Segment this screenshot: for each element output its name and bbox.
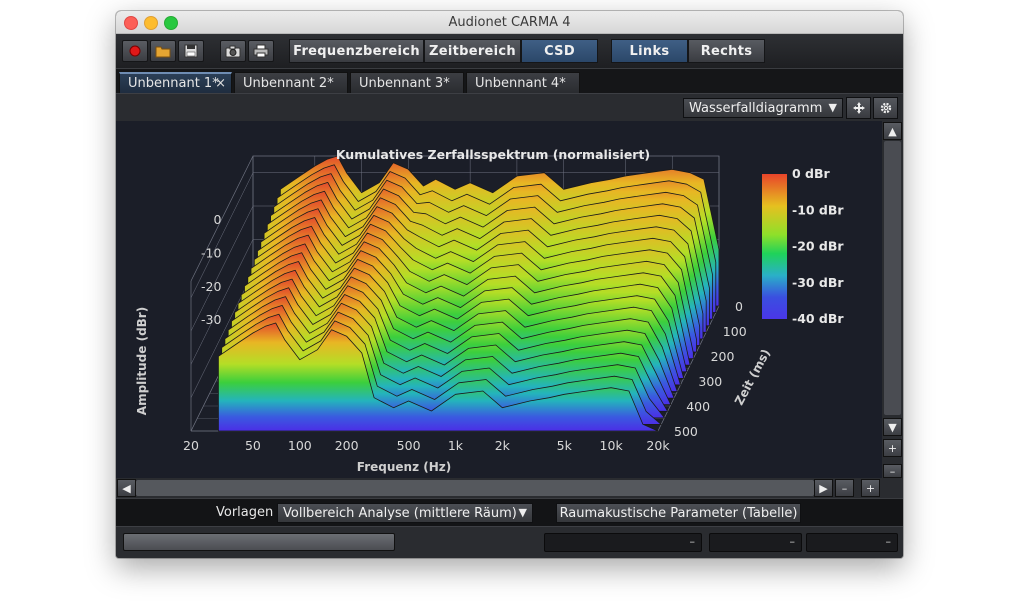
horizontal-scrollbar[interactable]: ◀ ▶ – + bbox=[116, 478, 903, 498]
scroll-up-button[interactable]: ▲ bbox=[883, 122, 902, 140]
z-tick-label: 0 bbox=[735, 299, 743, 314]
view-tab-csd[interactable]: CSD bbox=[521, 39, 598, 63]
colorbar-labels: 0 dBr -10 dBr -20 dBr -30 dBr -40 dBr bbox=[792, 166, 844, 326]
tab-label: Unbennant 2* bbox=[243, 75, 334, 91]
tab-unbennant-4[interactable]: Unbennant 4* bbox=[466, 72, 580, 93]
y-tick-label: -30 bbox=[201, 312, 221, 327]
tab-unbennant-2[interactable]: Unbennant 2* bbox=[234, 72, 348, 93]
move-icon bbox=[852, 102, 865, 114]
x-tick-label: 50 bbox=[245, 438, 261, 453]
zoom-out-y-button[interactable]: – bbox=[883, 464, 902, 478]
colorbar-label: -30 dBr bbox=[792, 275, 844, 290]
progress-bar bbox=[123, 533, 395, 551]
x-tick-label: 100 bbox=[288, 438, 312, 453]
y-tick-label: -10 bbox=[201, 246, 221, 261]
screenshot-button[interactable] bbox=[220, 40, 246, 62]
channel-rechts-button[interactable]: Rechts bbox=[688, 39, 765, 63]
colorbar-label: 0 dBr bbox=[792, 166, 831, 181]
open-folder-icon bbox=[155, 46, 171, 58]
record-button[interactable] bbox=[122, 40, 148, 62]
status-field-2: – bbox=[709, 533, 802, 552]
print-icon bbox=[253, 44, 269, 58]
app-window: Audionet CARMA 4 Frequenzbereich Zeitber… bbox=[116, 11, 903, 558]
zoom-out-x-button[interactable]: – bbox=[835, 479, 854, 497]
tab-unbennant-3[interactable]: Unbennant 3* bbox=[350, 72, 464, 93]
zoom-in-x-button[interactable]: + bbox=[861, 479, 880, 497]
vertical-scroll-track[interactable] bbox=[884, 141, 901, 415]
save-icon bbox=[184, 44, 198, 58]
record-icon bbox=[129, 45, 141, 57]
scroll-left-button[interactable]: ◀ bbox=[117, 479, 136, 497]
colorbar-label: -20 dBr bbox=[792, 239, 844, 254]
y-tick-label: -20 bbox=[201, 279, 221, 294]
camera-icon bbox=[225, 45, 241, 58]
x-tick-label: 10k bbox=[600, 438, 624, 453]
zoom-in-y-button[interactable]: + bbox=[883, 439, 902, 457]
settings-button[interactable] bbox=[873, 97, 898, 119]
open-button[interactable] bbox=[150, 40, 176, 62]
title-bar: Audionet CARMA 4 bbox=[116, 11, 903, 34]
x-tick-label: 1k bbox=[448, 438, 464, 453]
diagram-type-select[interactable]: Wasserfalldiagramm ▼ bbox=[683, 98, 843, 118]
status-field-1: – bbox=[544, 533, 702, 552]
y-tick-labels: 0 -10 -20 -30 bbox=[201, 212, 221, 327]
templates-value: Vollbereich Analyse (mittlere Räum) bbox=[283, 505, 517, 521]
colorbar-label: -10 dBr bbox=[792, 202, 844, 217]
x-tick-labels: 20 50 100 200 500 1k 2k 5k 10k 20k bbox=[183, 438, 670, 453]
tab-label: Unbennant 4* bbox=[475, 75, 566, 91]
chart-title: Kumulatives Zerfallsspektrum (normalisie… bbox=[336, 147, 650, 162]
csd-plot[interactable]: Kumulatives Zerfallsspektrum (normalisie… bbox=[116, 121, 882, 478]
x-tick-label: 5k bbox=[557, 438, 573, 453]
x-tick-label: 200 bbox=[335, 438, 359, 453]
tab-label: Unbennant 1* bbox=[128, 76, 219, 91]
save-button[interactable] bbox=[178, 40, 204, 62]
colorbar-label: -40 dBr bbox=[792, 311, 844, 326]
document-tabs: Unbennant 1* × Unbennant 2* Unbennant 3*… bbox=[116, 68, 903, 94]
template-bar: Vorlagen Vollbereich Analyse (mittlere R… bbox=[116, 498, 903, 527]
gear-icon bbox=[880, 102, 891, 114]
chevron-down-icon: ▼ bbox=[828, 101, 837, 114]
x-tick-label: 2k bbox=[495, 438, 511, 453]
move-button[interactable] bbox=[846, 97, 871, 119]
x-tick-label: 20 bbox=[183, 438, 199, 453]
view-tab-frequenzbereich[interactable]: Frequenzbereich bbox=[289, 39, 424, 63]
room-acoustics-button[interactable]: Raumakustische Parameter (Tabelle) bbox=[556, 503, 801, 523]
z-tick-label: 100 bbox=[723, 324, 747, 339]
z-tick-label: 300 bbox=[698, 374, 722, 389]
status-bar: – – – bbox=[116, 526, 903, 558]
z-axis-label: Zeit (ms) bbox=[732, 347, 773, 408]
colorbar bbox=[762, 174, 787, 319]
z-tick-label: 200 bbox=[711, 349, 735, 364]
close-tab-icon[interactable]: × bbox=[215, 76, 226, 91]
tab-label: Unbennant 3* bbox=[359, 75, 450, 91]
y-tick-label: 0 bbox=[213, 212, 221, 227]
window-title: Audionet CARMA 4 bbox=[448, 15, 571, 30]
templates-select[interactable]: Vollbereich Analyse (mittlere Räum) ▼ bbox=[277, 503, 533, 523]
tab-unbennant-1[interactable]: Unbennant 1* × bbox=[119, 72, 232, 93]
status-field-3: – bbox=[806, 533, 898, 552]
print-button[interactable] bbox=[248, 40, 274, 62]
z-tick-label: 500 bbox=[674, 424, 698, 439]
view-tab-zeitbereich[interactable]: Zeitbereich bbox=[424, 39, 521, 63]
templates-label: Vorlagen bbox=[216, 505, 274, 520]
diagram-type-value: Wasserfalldiagramm bbox=[689, 100, 823, 116]
x-tick-label: 20k bbox=[646, 438, 670, 453]
waterfall-chart: Kumulatives Zerfallsspektrum (normalisie… bbox=[135, 147, 844, 474]
chevron-down-icon: ▼ bbox=[518, 506, 527, 519]
channel-links-button[interactable]: Links bbox=[611, 39, 688, 63]
y-axis-label: Amplitude (dBr) bbox=[135, 307, 149, 415]
x-axis-label: Frequenz (Hz) bbox=[357, 460, 451, 474]
diagram-bar: Wasserfalldiagramm ▼ bbox=[116, 93, 903, 122]
z-tick-label: 400 bbox=[686, 399, 710, 414]
toolbar: Frequenzbereich Zeitbereich CSD Links Re… bbox=[116, 34, 903, 68]
waterfall-slices bbox=[218, 155, 720, 432]
scroll-down-button[interactable]: ▼ bbox=[883, 418, 902, 436]
x-tick-label: 500 bbox=[397, 438, 421, 453]
horizontal-scroll-track[interactable] bbox=[136, 480, 814, 496]
scroll-right-button[interactable]: ▶ bbox=[814, 479, 833, 497]
vertical-scrollbar[interactable]: ▲ ▼ + – bbox=[882, 121, 903, 478]
